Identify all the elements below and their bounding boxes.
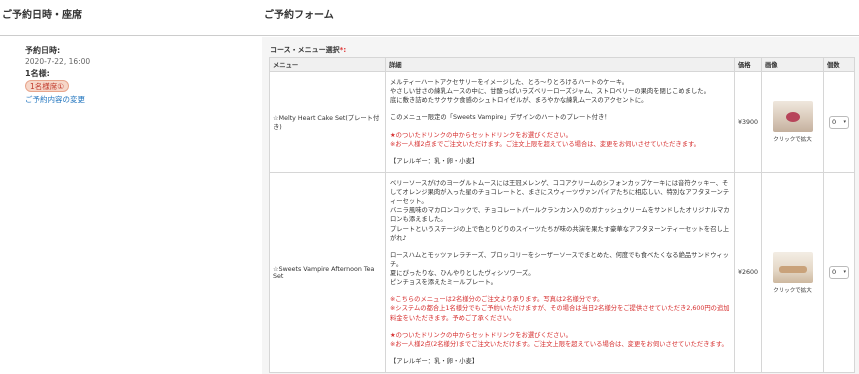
col-detail-header: 詳細 <box>385 57 735 72</box>
quantity-value: 0 <box>832 117 837 126</box>
menu-detail: メルティーハートアクセサリーをイメージした、とろ〜りとろけるハートのケーキ。 や… <box>385 71 735 173</box>
right-header: ご予約フォーム <box>262 0 859 36</box>
menu-price: ¥3900 <box>734 71 762 173</box>
reservation-summary: 予約日時: 2020-7-22, 16:00 1名様: 1名様席① ご予約内容の… <box>0 37 262 374</box>
change-reservation-link[interactable]: ご予約内容の変更 <box>25 94 85 105</box>
detail-line: メルティーハートアクセサリーをイメージした、とろ〜りとろけるハートのケーキ。 <box>390 79 629 87</box>
detail-line: バニラ風味のマカロンコックで、チョコレートパールクランカン入りのガナッシュクリー… <box>390 207 730 224</box>
click-to-enlarge-caption[interactable]: クリックで拡大 <box>765 135 820 143</box>
menu-price: ¥2600 <box>734 172 762 373</box>
quantity-value: 0 <box>832 268 837 276</box>
table-header-row: メニュー 詳細 価格 画像 個数 <box>269 57 855 72</box>
detail-line: 底に敷き詰めたサクサク食感のシュトロイゼルが、まろやかな練乳ムースのアクセントに… <box>390 97 648 105</box>
course-menu-section-label: コース・メニュー選択*: <box>270 45 346 55</box>
menu-image-cell[interactable]: クリックで拡大 <box>761 172 824 373</box>
col-price-header: 価格 <box>734 57 762 72</box>
table-row: ☆Melty Heart Cake Set(プレート付き) メルティーハートアク… <box>269 71 855 173</box>
cake-thumbnail[interactable] <box>772 101 813 132</box>
menu-table: メニュー 詳細 価格 画像 個数 ☆Melty Heart Cake Set(プ… <box>269 57 855 373</box>
detail-line: ロースハムとモッツァレラチーズ、ブロッコリーをシーザーソースでまとめた、何度でも… <box>390 251 729 268</box>
detail-line: やさしい甘さの練乳ムースの中に、甘酸っぱいラズベリーローズジャム、ストロベリーの… <box>390 88 710 96</box>
chevron-updown-icon: ▾ <box>843 118 846 125</box>
order-limit-notice: ※お一人様2点までご注文いただけます。ご注文上限を超えている場合は、変更をお伺い… <box>390 140 700 148</box>
detail-line: ピンチョスを添えたミールプレート。 <box>390 279 497 287</box>
seat-badge: 1名様席① <box>25 80 69 92</box>
qty-cell: 0 ▾ <box>823 71 855 173</box>
table-row: ☆Sweets Vampire Afternoon Tea Set ベリーソース… <box>269 172 855 373</box>
detail-line: プレートというステージの上で色とりどりのスイーツたちが味の共演を果たす豪華なアフ… <box>390 225 730 242</box>
qty-cell: 0 ▾ <box>823 172 855 373</box>
col-qty-header: 個数 <box>823 57 855 72</box>
order-limit-notice: ※お一人様2点(2名様分)までご注文いただけます。ご注文上限を超えている場合は、… <box>390 340 728 348</box>
detail-line: 夏にぴったりな、ひんやりとしたヴィシソワーズ。 <box>390 270 535 278</box>
click-to-enlarge-caption[interactable]: クリックで拡大 <box>765 286 820 294</box>
drink-notice: ★のついたドリンクの中からセットドリンクをお選びください。 <box>390 331 572 339</box>
two-person-notice: ※こちらのメニューは2名様分のご注文より承ります。写真は2名様分です。 <box>390 296 604 304</box>
menu-name: ☆Melty Heart Cake Set(プレート付き) <box>269 71 386 173</box>
guest-count: 1名様: <box>25 69 50 78</box>
allergy-info: 【アレルギー：乳・卵・小麦】 <box>390 157 479 165</box>
required-mark: *: <box>339 46 347 54</box>
reservation-datetime-value: 2020-7-22, 16:00 <box>25 57 91 66</box>
detail-line: このメニュー限定の「Sweets Vampire」デザインのハートのプレート付き… <box>390 114 611 122</box>
system-notice: ※システムの都合上1名様分でもご予約いただけますが、その場合は当日2名様分をご提… <box>390 305 730 322</box>
afternoon-tea-thumbnail[interactable] <box>772 251 813 283</box>
reservation-datetime-seat-title: ご予約日時・座席 <box>2 10 82 21</box>
quantity-select[interactable]: 0 ▾ <box>829 115 849 129</box>
left-header: ご予約日時・座席 <box>0 0 262 36</box>
reservation-form-title: ご予約フォーム <box>264 10 334 21</box>
section-label-text: コース・メニュー選択 <box>270 46 340 54</box>
menu-name: ☆Sweets Vampire Afternoon Tea Set <box>269 172 386 373</box>
reservation-datetime-label: 予約日時: <box>25 46 61 55</box>
allergy-info: 【アレルギー：乳・卵・小麦】 <box>390 357 479 365</box>
chevron-updown-icon: ▾ <box>843 269 846 275</box>
drink-notice: ★のついたドリンクの中からセットドリンクをお選びください。 <box>390 131 572 139</box>
col-image-header: 画像 <box>761 57 824 72</box>
menu-detail: ベリーソースがけのヨーグルトムースには王冠メレンゲ、ココアクリームのシフォンカッ… <box>385 172 735 373</box>
menu-image-cell[interactable]: クリックで拡大 <box>761 71 824 173</box>
reservation-form: コース・メニュー選択*: メニュー 詳細 価格 画像 個数 ☆Melty Hea… <box>262 37 859 374</box>
quantity-select[interactable]: 0 ▾ <box>829 266 849 279</box>
detail-line: ベリーソースがけのヨーグルトムースには王冠メレンゲ、ココアクリームのシフォンカッ… <box>390 179 730 206</box>
col-menu-header: メニュー <box>269 57 386 72</box>
